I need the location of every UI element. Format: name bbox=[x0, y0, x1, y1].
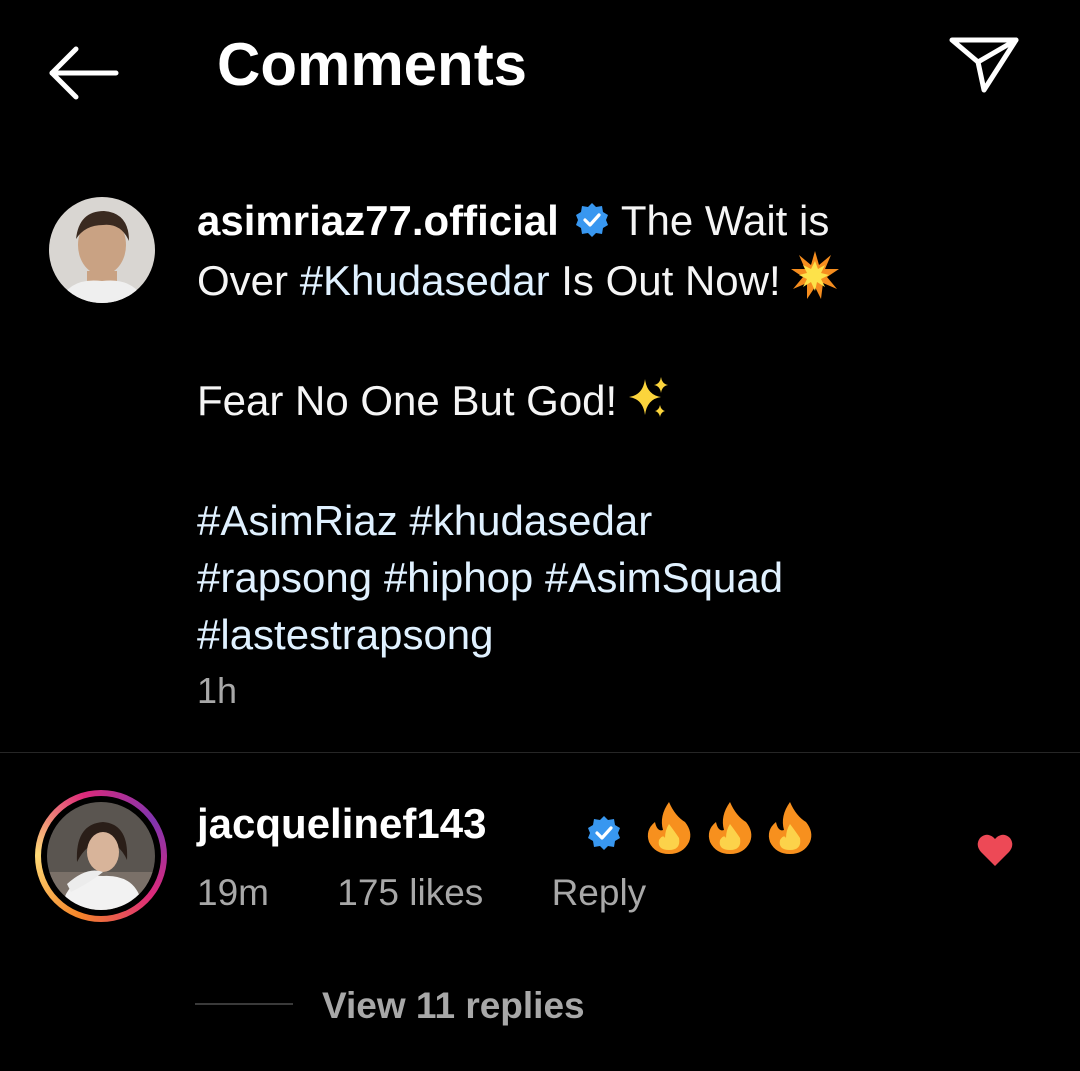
comment-item: jacquelinef143 19m 175 likes Reply bbox=[0, 780, 1080, 930]
divider bbox=[0, 752, 1080, 753]
share-button[interactable] bbox=[944, 30, 1024, 100]
arrow-left-icon bbox=[49, 46, 119, 100]
avatar[interactable] bbox=[49, 197, 155, 303]
likes-count[interactable]: 175 likes bbox=[337, 872, 483, 913]
fire-emoji-icon bbox=[706, 800, 754, 859]
fire-emoji-icon bbox=[645, 800, 693, 859]
profile-photo-icon bbox=[49, 197, 155, 303]
comment-timestamp: 19m bbox=[197, 872, 269, 913]
top-bar: Comments bbox=[0, 0, 1080, 140]
post-username[interactable]: asimriaz77.official bbox=[197, 197, 559, 244]
comment-meta: 19m 175 likes Reply bbox=[197, 872, 704, 914]
profile-photo-icon bbox=[47, 802, 155, 910]
avatar[interactable] bbox=[47, 802, 155, 910]
hashtag-link[interactable]: #khudasedar bbox=[409, 497, 652, 544]
hashtag-link[interactable]: #AsimSquad bbox=[545, 554, 783, 601]
hashtag-link[interactable]: #lastestrapsong bbox=[197, 611, 494, 658]
reply-button[interactable]: Reply bbox=[552, 872, 647, 913]
back-button[interactable] bbox=[44, 38, 124, 108]
caption-text: Is Out Now! bbox=[561, 257, 781, 304]
post-timestamp: 1h bbox=[197, 670, 238, 711]
hashtag-link[interactable]: #rapsong bbox=[197, 554, 372, 601]
view-replies-label[interactable]: View 11 replies bbox=[322, 985, 585, 1027]
story-ring[interactable] bbox=[35, 790, 167, 922]
verified-badge-icon bbox=[573, 196, 611, 237]
heart-icon bbox=[977, 834, 1013, 866]
comment-username[interactable]: jacquelinef143 bbox=[197, 800, 486, 848]
sparkles-emoji-icon bbox=[625, 375, 671, 435]
hashtag-link[interactable]: #hiphop bbox=[384, 554, 533, 601]
caption-text: Fear No One But God! bbox=[197, 377, 618, 424]
hashtag-link[interactable]: #AsimRiaz bbox=[197, 497, 398, 544]
hashtag-link[interactable]: #Khudasedar bbox=[300, 257, 550, 304]
paper-plane-icon bbox=[949, 37, 1019, 93]
replies-line bbox=[195, 1003, 293, 1005]
caption-text: Over bbox=[197, 257, 289, 304]
fire-emoji-icon bbox=[766, 800, 814, 859]
explosion-emoji-icon bbox=[789, 249, 841, 315]
comment-text bbox=[585, 800, 814, 859]
verified-badge-icon bbox=[585, 814, 623, 852]
like-button[interactable] bbox=[975, 830, 1015, 870]
caption-text: The Wait is bbox=[620, 197, 830, 244]
page-title: Comments bbox=[217, 31, 528, 98]
